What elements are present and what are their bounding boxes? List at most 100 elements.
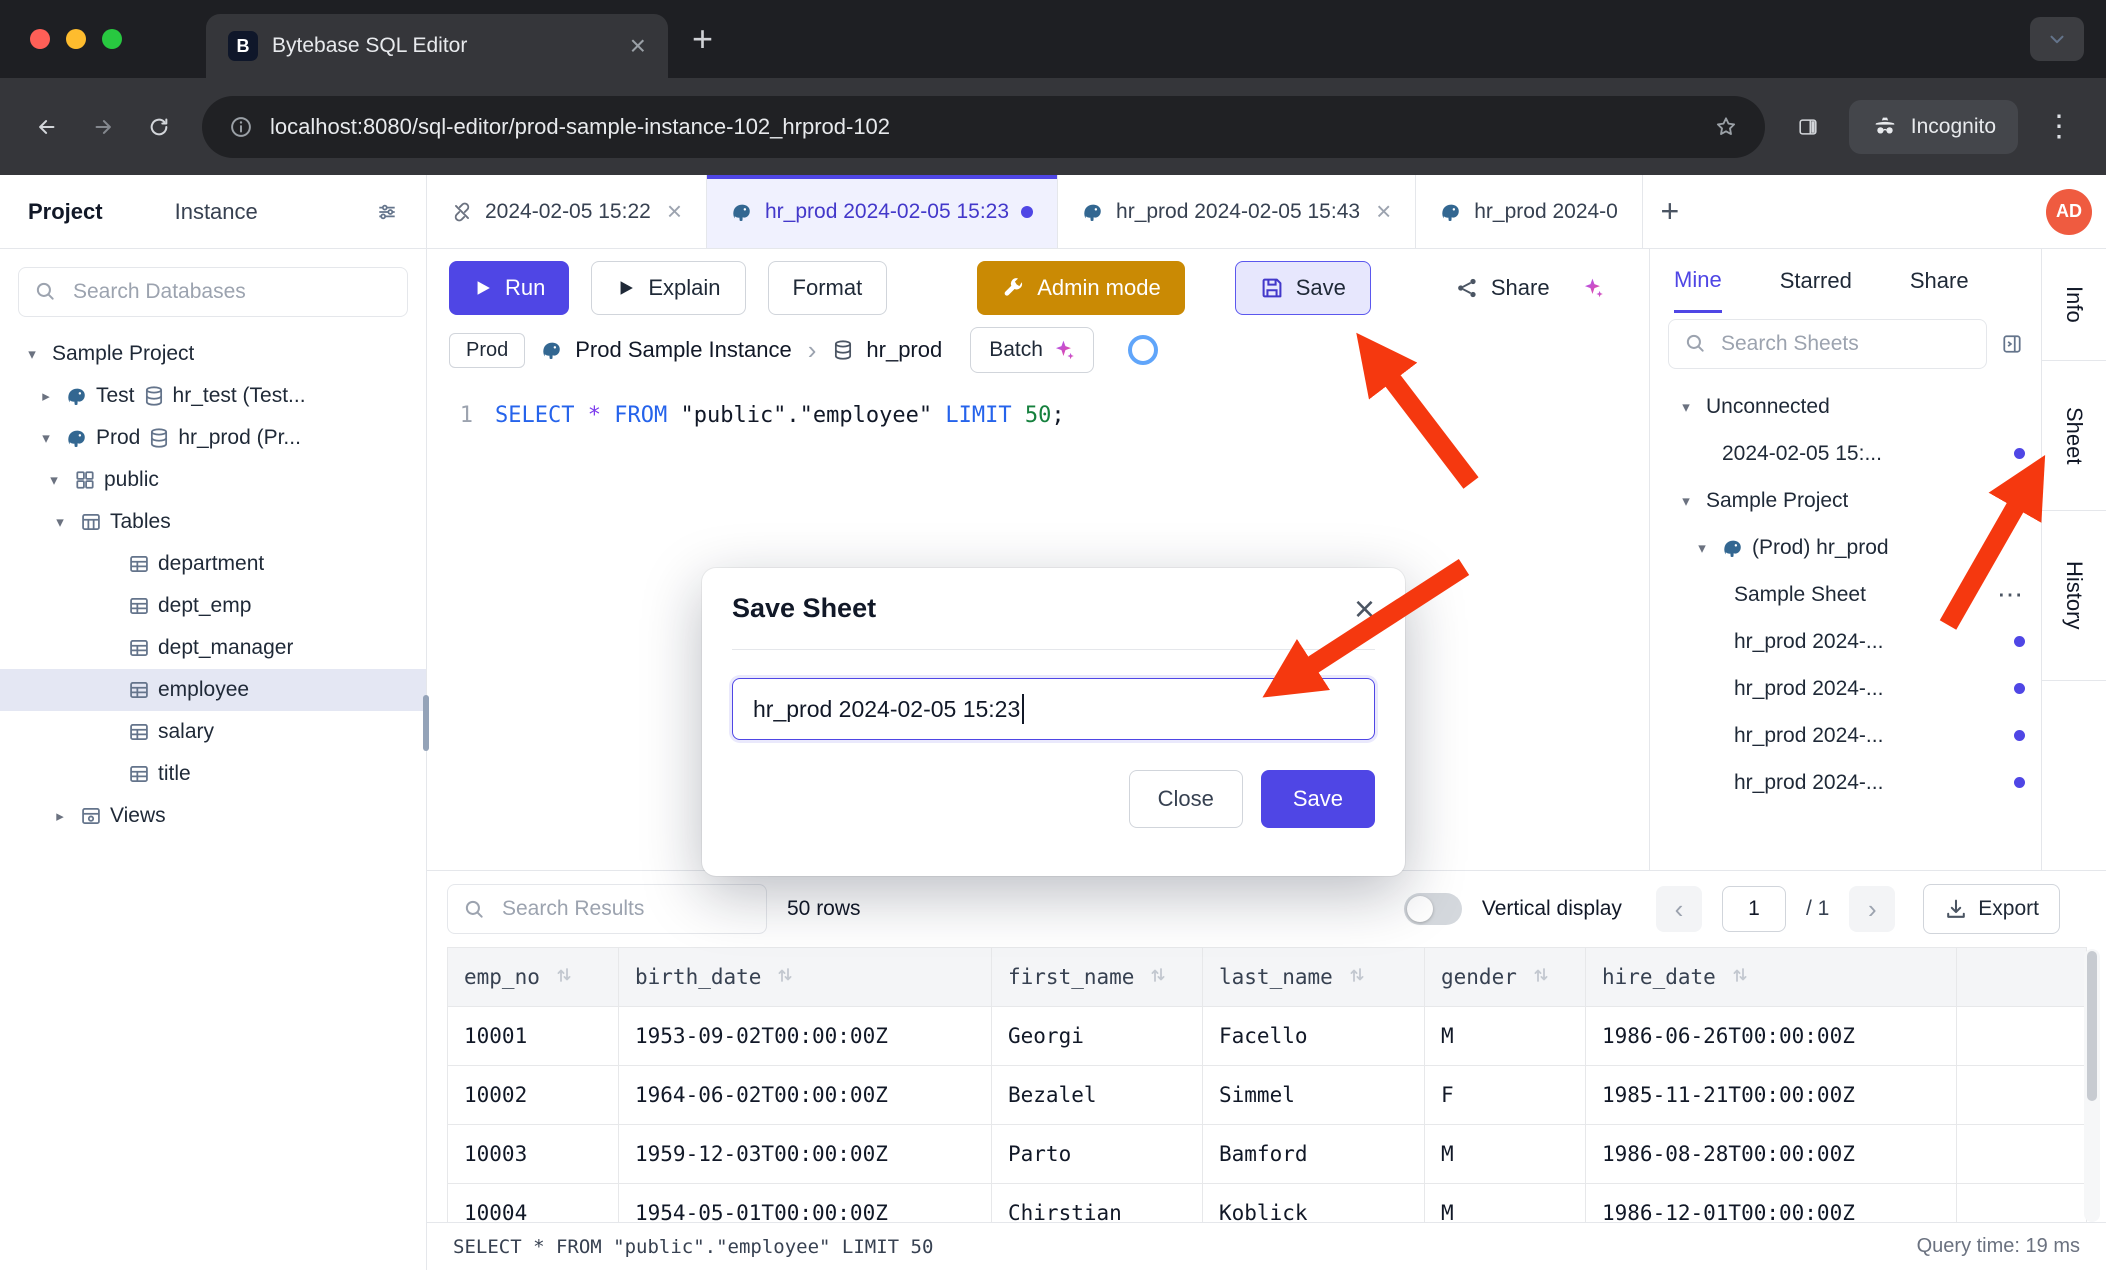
chevron-down-icon[interactable]: ▾ <box>1674 492 1698 510</box>
sort-icon[interactable] <box>1148 965 1168 990</box>
browser-tab[interactable]: B Bytebase SQL Editor × <box>206 14 668 78</box>
db-tree-item[interactable]: department <box>0 543 426 585</box>
reload-button[interactable] <box>134 102 184 152</box>
address-bar[interactable]: localhost:8080/sql-editor/prod-sample-in… <box>202 96 1765 158</box>
instance-crumb[interactable]: Prod Sample Instance <box>541 337 791 363</box>
db-tree-item[interactable]: ▾Tables <box>0 501 426 543</box>
column-header-last_name[interactable]: last_name <box>1203 948 1425 1007</box>
db-tree-item[interactable]: ▾Sample Project <box>0 333 426 375</box>
side-tab-history[interactable]: History <box>2042 511 2106 681</box>
side-tab-sheet[interactable]: Sheet <box>2042 361 2106 511</box>
sheet-search-input[interactable] <box>1668 319 1987 369</box>
site-info-icon[interactable] <box>228 114 254 140</box>
chevron-down-icon[interactable]: ▾ <box>48 513 72 531</box>
avatar[interactable]: AD <box>2046 189 2092 235</box>
close-window-button[interactable] <box>30 29 50 49</box>
chevron-down-icon[interactable]: ▾ <box>1674 398 1698 416</box>
status-ring-icon[interactable] <box>1128 335 1158 365</box>
db-tree-item[interactable]: dept_manager <box>0 627 426 669</box>
more-actions-icon[interactable]: ⋯ <box>1997 579 2025 610</box>
sort-icon[interactable] <box>1531 965 1551 990</box>
side-tab-info[interactable]: Info <box>2042 249 2106 361</box>
db-tree-item[interactable]: ▾public <box>0 459 426 501</box>
zoom-window-button[interactable] <box>102 29 122 49</box>
database-crumb[interactable]: hr_prod <box>832 337 942 363</box>
side-panel-button[interactable] <box>1783 102 1833 152</box>
run-button[interactable]: Run <box>449 261 569 315</box>
share-button[interactable]: Share <box>1445 261 1560 315</box>
new-sheet-tab-button[interactable]: + <box>1643 175 1697 248</box>
editor-tab-active[interactable]: hr_prod 2024-02-05 15:23 <box>707 175 1058 248</box>
table-row[interactable]: 100011953-09-02T00:00:00ZGeorgiFacelloM1… <box>448 1007 2087 1066</box>
column-header-gender[interactable]: gender <box>1425 948 1586 1007</box>
sheet-tree-item[interactable]: ▾Sample Project <box>1650 477 2041 524</box>
db-tree-item[interactable]: ▸Testhr_test (Test... <box>0 375 426 417</box>
vertical-display-toggle[interactable] <box>1404 893 1462 925</box>
close-tab-icon[interactable]: × <box>630 32 646 60</box>
db-tree-item[interactable]: ▸Views <box>0 795 426 837</box>
sheet-tree-item[interactable]: 2024-02-05 15:... <box>1650 430 2041 477</box>
batch-button[interactable]: Batch <box>970 327 1094 373</box>
chevron-down-icon[interactable]: ▾ <box>42 471 66 489</box>
close-icon[interactable]: × <box>1354 591 1375 627</box>
next-page-button[interactable]: › <box>1849 886 1895 932</box>
sheet-tab-share[interactable]: Share <box>1910 249 1969 313</box>
sheet-tree-item[interactable]: hr_prod 2024-... <box>1650 712 2041 759</box>
table-row[interactable]: 100031959-12-03T00:00:00ZPartoBamfordM19… <box>448 1125 2087 1184</box>
results-scrollbar[interactable] <box>2084 949 2100 1222</box>
sheet-tab-starred[interactable]: Starred <box>1780 249 1852 313</box>
modal-close-button[interactable]: Close <box>1129 770 1243 828</box>
browser-menu-icon[interactable]: ⋮ <box>2034 109 2084 144</box>
sheet-tree-item[interactable]: ▾(Prod) hr_prod <box>1650 524 2041 571</box>
editor-tab[interactable]: hr_prod 2024-0 <box>1416 175 1643 248</box>
tab-search-button[interactable] <box>2030 17 2084 61</box>
forward-button[interactable] <box>78 102 128 152</box>
close-tab-icon[interactable]: × <box>1376 196 1391 227</box>
editor-tab[interactable]: hr_prod 2024-02-05 15:43× <box>1058 175 1416 248</box>
sheet-tab-mine[interactable]: Mine <box>1674 249 1722 313</box>
sort-icon[interactable] <box>775 965 795 990</box>
chevron-right-icon[interactable]: ▸ <box>34 387 58 405</box>
modal-save-button[interactable]: Save <box>1261 770 1375 828</box>
sheet-name-input[interactable]: hr_prod 2024-02-05 15:23 <box>732 678 1375 740</box>
sort-icon[interactable] <box>1730 965 1750 990</box>
prev-page-button[interactable]: ‹ <box>1656 886 1702 932</box>
sidebar-resize-handle[interactable] <box>423 695 429 751</box>
explain-button[interactable]: Explain <box>591 261 745 315</box>
bookmark-star-icon[interactable] <box>1713 114 1739 140</box>
ai-sparkle-icon[interactable] <box>1582 277 1604 299</box>
database-search-input[interactable] <box>18 267 408 317</box>
table-row[interactable]: 100021964-06-02T00:00:00ZBezalelSimmelF1… <box>448 1066 2087 1125</box>
column-header-birth_date[interactable]: birth_date <box>619 948 992 1007</box>
sheet-tree-item[interactable]: Sample Sheet⋯ <box>1650 571 2041 618</box>
sheet-tree-item[interactable]: hr_prod 2024-... <box>1650 665 2041 712</box>
column-header-first_name[interactable]: first_name <box>992 948 1203 1007</box>
sort-icon[interactable] <box>1347 965 1367 990</box>
save-button[interactable]: Save <box>1235 261 1371 315</box>
chevron-down-icon[interactable]: ▾ <box>34 429 58 447</box>
db-tree-item[interactable]: ▾Prodhr_prod (Pr... <box>0 417 426 459</box>
page-number-input[interactable] <box>1722 886 1786 932</box>
sheet-tree-item[interactable]: hr_prod 2024-... <box>1650 759 2041 806</box>
tab-instance[interactable]: Instance <box>175 199 258 225</box>
results-search-input[interactable] <box>447 884 767 934</box>
column-header-hire_date[interactable]: hire_date <box>1586 948 1957 1007</box>
chevron-down-icon[interactable]: ▾ <box>1690 539 1714 557</box>
minimize-window-button[interactable] <box>66 29 86 49</box>
sort-icon[interactable] <box>554 965 574 990</box>
format-button[interactable]: Format <box>768 261 888 315</box>
export-button[interactable]: Export <box>1923 884 2060 934</box>
close-tab-icon[interactable]: × <box>667 196 682 227</box>
db-tree-item[interactable]: title <box>0 753 426 795</box>
admin-mode-button[interactable]: Admin mode <box>977 261 1185 315</box>
scrollbar-thumb[interactable] <box>2087 951 2097 1101</box>
new-tab-button[interactable]: + <box>692 21 713 57</box>
tab-project[interactable]: Project <box>28 199 103 225</box>
db-tree-item[interactable]: dept_emp <box>0 585 426 627</box>
table-row[interactable]: 100041954-05-01T00:00:00ZChirstianKoblic… <box>448 1184 2087 1223</box>
column-header-emp_no[interactable]: emp_no <box>448 948 619 1007</box>
chevron-right-icon[interactable]: ▸ <box>48 807 72 825</box>
db-tree-item[interactable]: salary <box>0 711 426 753</box>
chevron-down-icon[interactable]: ▾ <box>20 345 44 363</box>
editor-tab[interactable]: 2024-02-05 15:22× <box>427 175 707 248</box>
